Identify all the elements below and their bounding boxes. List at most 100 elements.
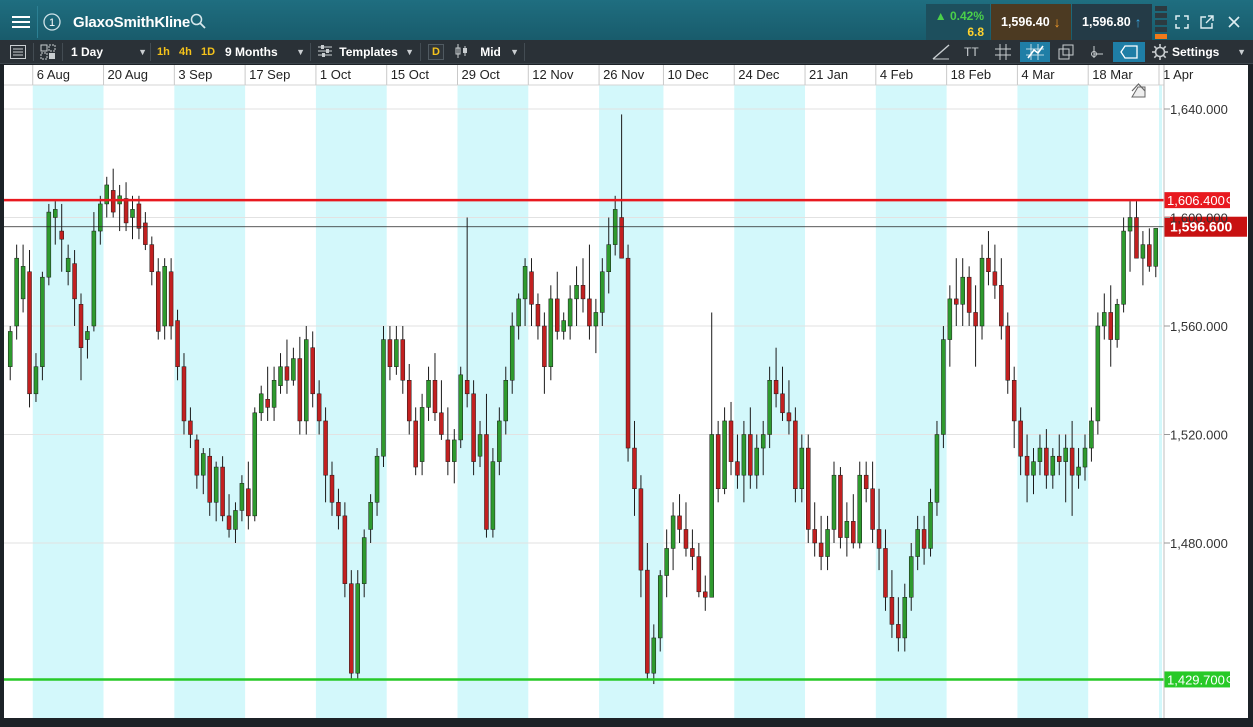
price-chart[interactable]: 6 Aug 20 Aug 3 Sep 17 Sep 1 Oct 15 Oct 29 Oct 1…: [4, 65, 1248, 718]
candle: [46, 203, 52, 286]
chevron-down-icon: ▼: [296, 47, 305, 57]
period-dropdown[interactable]: 9 Months ▼: [225, 40, 305, 64]
candle: [252, 407, 258, 522]
candle-body: [123, 198, 129, 224]
candle-body: [278, 366, 283, 386]
candle-body: [1114, 304, 1120, 340]
chart-canvas[interactable]: 6 Aug 20 Aug 3 Sep 17 Sep 1 Oct 15 Oct 29 Oct 1…: [4, 65, 1248, 718]
price-line-icon[interactable]: [1090, 40, 1106, 64]
text-tool[interactable]: TT: [964, 40, 979, 64]
candle-body: [857, 474, 862, 544]
candle: [1095, 312, 1101, 435]
candle-body: [53, 209, 58, 218]
candle-body: [806, 447, 811, 530]
pencil-line-icon[interactable]: [932, 40, 950, 64]
title-bar: 1 GlaxoSmithKline ▲ 0.42% 6.8 1,596.40 ↓…: [0, 0, 1253, 44]
date-tick-label: 10 Dec: [667, 67, 709, 82]
indicator-icon[interactable]: [1020, 42, 1050, 62]
candle: [941, 326, 946, 449]
list-icon[interactable]: [10, 40, 26, 64]
candle-body: [979, 257, 985, 327]
quick-interval-1h[interactable]: 1h: [157, 40, 170, 64]
candle-body: [143, 222, 148, 245]
date-tick-label: 4 Mar: [1021, 67, 1055, 82]
candle-body: [1140, 244, 1146, 259]
grid-icon[interactable]: [995, 40, 1011, 64]
candle-body: [780, 393, 785, 414]
candle: [14, 244, 19, 340]
candle-body: [175, 320, 180, 367]
candle-body: [600, 271, 605, 313]
candle-body: [767, 380, 772, 435]
candle-body: [368, 502, 373, 530]
candle-body: [522, 266, 528, 300]
candle-body: [246, 488, 251, 517]
candle-body: [27, 271, 32, 395]
change-percent: ▲ 0.42%: [934, 9, 984, 23]
price-type-value: Mid: [480, 45, 501, 59]
candle: [458, 366, 463, 449]
popout-icon[interactable]: [1197, 12, 1217, 32]
d-toggle-button[interactable]: D: [428, 44, 444, 60]
tag-icon[interactable]: [1113, 42, 1145, 62]
candle-body: [1095, 325, 1101, 422]
instrument-title[interactable]: GlaxoSmithKline: [73, 14, 190, 31]
candle-body: [464, 380, 470, 395]
candle: [838, 467, 843, 549]
candle-body: [381, 339, 386, 457]
close-icon[interactable]: [1224, 12, 1244, 32]
candle-body: [1108, 312, 1113, 340]
price-type-dropdown[interactable]: Mid ▼: [455, 40, 519, 64]
candle-body: [1121, 230, 1126, 305]
candle-body: [683, 529, 689, 549]
candle-body: [876, 529, 882, 549]
price-tick-label: 1,640.000: [1170, 102, 1228, 117]
candle-body: [419, 407, 425, 462]
candle-body: [14, 257, 19, 327]
info-circle-icon[interactable]: 1: [40, 6, 64, 38]
candle-body: [59, 230, 64, 240]
settings-dropdown[interactable]: Settings ▼: [1172, 40, 1246, 64]
candle-body: [252, 412, 258, 517]
candle-body: [374, 455, 380, 503]
expand-icon[interactable]: [1172, 12, 1192, 32]
candle-body: [1134, 217, 1139, 259]
candle-body: [870, 488, 875, 530]
gear-icon[interactable]: [1152, 40, 1168, 64]
period-value: 9 Months: [225, 45, 278, 59]
candle-body: [1024, 455, 1030, 476]
stacked-windows-icon[interactable]: [1058, 40, 1074, 64]
date-tick-label: 1 Oct: [320, 67, 351, 82]
chevron-down-icon: ▼: [405, 47, 414, 57]
candle-body: [883, 548, 888, 598]
interval-dropdown[interactable]: 1 Day ▼: [71, 40, 147, 64]
candle-body: [542, 325, 547, 367]
candle: [40, 271, 45, 381]
date-tick-label: 3 Sep: [178, 67, 212, 82]
candle-body: [400, 339, 406, 381]
level-line-label: 1,429.700: [1167, 672, 1225, 687]
quick-interval-4h[interactable]: 4h: [179, 40, 192, 64]
quick-interval-1d[interactable]: 1D: [201, 40, 215, 64]
sell-button[interactable]: 1,596.40 ↓: [991, 4, 1071, 40]
candle-body: [503, 380, 509, 422]
buy-button[interactable]: 1,596.80 ↑: [1072, 4, 1152, 40]
candle-body: [477, 434, 483, 457]
candle-body: [638, 488, 644, 571]
candle-body: [632, 447, 637, 489]
candle-body: [304, 339, 309, 422]
candle-body: [748, 434, 753, 476]
candle: [355, 570, 360, 679]
candle-body: [426, 380, 431, 408]
templates-dropdown[interactable]: Templates ▼: [318, 40, 414, 64]
candle-body: [342, 515, 348, 584]
depth-bar-icon[interactable]: [1155, 6, 1167, 40]
candle-body: [149, 244, 155, 272]
price-tick-label: 1,560.000: [1170, 319, 1228, 334]
candle-body: [580, 285, 586, 300]
hamburger-icon[interactable]: [4, 6, 38, 38]
search-icon[interactable]: [190, 13, 206, 34]
candle: [548, 285, 554, 381]
layout-grid-icon[interactable]: [40, 40, 56, 64]
candle-body: [484, 434, 489, 530]
